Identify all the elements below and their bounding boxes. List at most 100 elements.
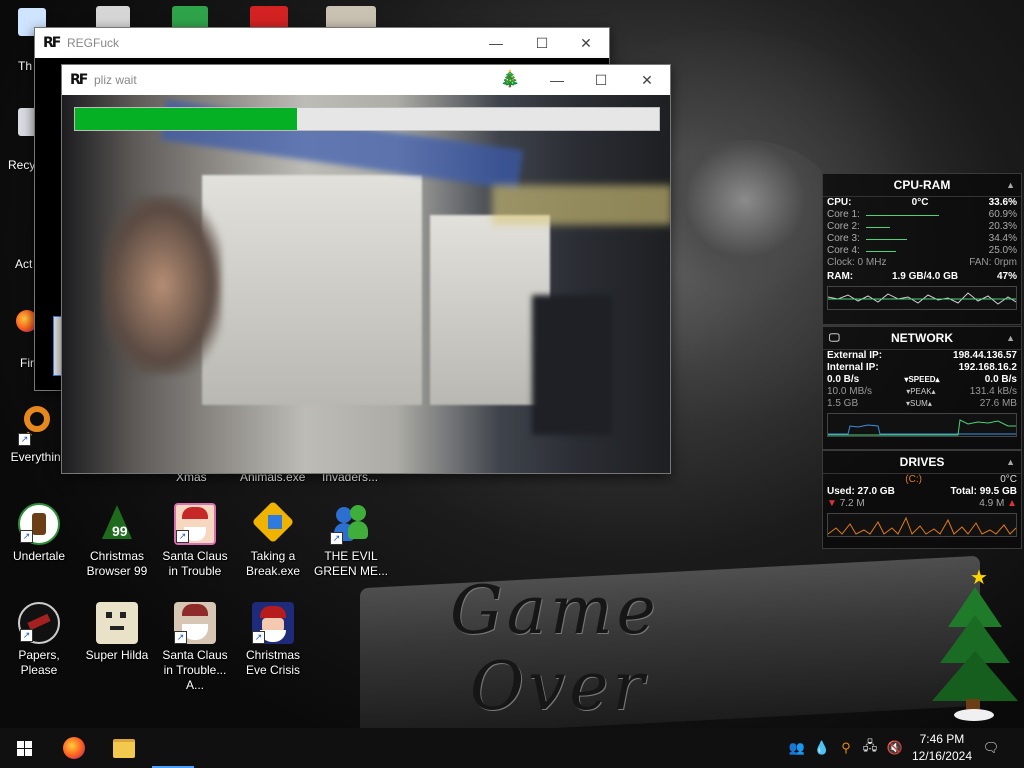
- wallpaper-text-game: Game: [450, 572, 660, 649]
- drives-gadget[interactable]: DRIVES ▲ (C:) 0°C Used: 27.0 GB Total: 9…: [822, 450, 1022, 549]
- desktop-icon-label: Undertale: [12, 549, 66, 563]
- core-list: Core 1: 60.9% Core 2: 20.3% Core 3: 34.4% Core…: [823, 209, 1021, 257]
- notification-icon[interactable]: 🗨: [980, 728, 1002, 768]
- wallpaper-skull: [650, 140, 840, 290]
- taskbar-firefox[interactable]: [50, 728, 98, 768]
- desktop-icon-undertale[interactable]: ↗ Undertale: [0, 503, 78, 564]
- desktop-icon-label: Papers, Please: [18, 648, 60, 677]
- desktop-icon-super-hilda[interactable]: Super Hilda: [78, 602, 156, 663]
- regfuck-titlebar[interactable]: RF REGFuck — ☐ ✕: [35, 28, 609, 58]
- desktop-icon-recycle-bin-label[interactable]: Recy: [8, 158, 35, 172]
- drive-write: 4.9 M: [979, 498, 1005, 509]
- start-button[interactable]: [0, 728, 48, 768]
- fan-value: FAN: 0rpm: [969, 257, 1017, 268]
- minimize-button[interactable]: —: [534, 65, 580, 95]
- cpu-ram-header: CPU-RAM ▲: [823, 174, 1021, 197]
- drive-letter: (C:): [905, 474, 922, 485]
- desktop-icon-evil-green[interactable]: ↗ THE EVIL GREEN ME...: [312, 503, 390, 579]
- core-label: Core 1:: [827, 209, 860, 220]
- desktop-icon-christmas-browser[interactable]: 99 Christmas Browser 99: [78, 503, 156, 579]
- pliz-wait-window[interactable]: RF pliz wait 🎄 — ☐ ✕: [61, 64, 671, 474]
- maximize-button[interactable]: ☐: [578, 65, 624, 95]
- upload-sum: 27.6 MB: [979, 398, 1017, 409]
- peak-label: ▾PEAK▴: [906, 387, 936, 396]
- core-load-bar: [865, 226, 890, 228]
- clock-time: 7:46 PM: [919, 732, 965, 746]
- close-button[interactable]: ✕: [563, 28, 609, 58]
- tray-search-icon[interactable]: ⚲: [836, 728, 856, 768]
- pliz-wait-titlebar[interactable]: RF pliz wait 🎄 — ☐ ✕: [62, 65, 670, 95]
- collapse-caret-icon[interactable]: ▲: [1006, 451, 1015, 473]
- super-hilda-icon: [96, 602, 138, 644]
- tray-network-people-icon[interactable]: 👥: [786, 728, 808, 768]
- network-graph: [827, 413, 1017, 437]
- core-load-bar: [865, 214, 939, 216]
- core-value: 60.9%: [988, 209, 1017, 220]
- desktop-icon-this-pc-label[interactable]: Th: [18, 59, 32, 73]
- undertale-icon: ↗: [18, 503, 60, 545]
- desktop-icon-activate-label[interactable]: Act: [15, 257, 32, 271]
- internal-ip-value: 192.168.16.2: [958, 362, 1017, 373]
- sum-label: ▾SUM▴: [906, 399, 932, 408]
- write-arrow-icon: ▲: [1007, 498, 1017, 509]
- collapse-caret-icon[interactable]: ▲: [1006, 327, 1015, 349]
- core-load-bar: [865, 250, 896, 252]
- desktop-icon-firefox-label[interactable]: Fir: [20, 356, 34, 370]
- network-gadget[interactable]: 🖵 NETWORK ▲ External IP: 198.44.136.57 I…: [822, 326, 1022, 450]
- desktop-icon-santa-claus[interactable]: ↗ Santa Claus in Trouble: [156, 503, 234, 579]
- minimize-button[interactable]: —: [473, 28, 519, 58]
- taskbar: 👥 💧 ⚲ 🖧 🔇 7:46 PM 12/16/2024 🗨: [0, 728, 1024, 768]
- tray-volume-muted-icon[interactable]: 🔇: [884, 728, 906, 768]
- tray-drop-icon[interactable]: 💧: [812, 728, 832, 768]
- ram-row: RAM: 1.9 GB/4.0 GB 47%: [823, 271, 1021, 283]
- magnifier-icon: ↗: [18, 404, 60, 446]
- regfuck-logo-icon: RF: [43, 35, 61, 51]
- pliz-wait-logo-icon: RF: [70, 72, 88, 88]
- read-arrow-icon: ▼: [827, 498, 837, 509]
- core-label: Core 2:: [827, 221, 860, 232]
- regfuck-title: REGFuck: [67, 36, 120, 50]
- drive-total: Total: 99.5 GB: [950, 486, 1018, 497]
- drive-temp: 0°C: [1000, 474, 1017, 485]
- internal-ip-row: Internal IP: 192.168.16.2: [823, 362, 1021, 374]
- core-value: 20.3%: [988, 221, 1017, 232]
- taskbar-clock[interactable]: 7:46 PM 12/16/2024: [912, 731, 972, 765]
- cpu-value: 33.6%: [988, 197, 1017, 208]
- download-sum: 1.5 GB: [827, 398, 859, 409]
- close-button[interactable]: ✕: [624, 65, 670, 95]
- clock-date: 12/16/2024: [911, 749, 972, 763]
- speed-row: 0.0 B/s ▾SPEED▴ 0.0 B/s: [823, 374, 1021, 386]
- tray-network-icon[interactable]: 🖧: [860, 728, 880, 768]
- desktop-icon-santa-claus-again[interactable]: ↗ Santa Claus in Trouble... A...: [156, 602, 234, 693]
- drive-read: 7.2 M: [839, 498, 865, 509]
- core-load-bar: [865, 238, 907, 240]
- wallpaper-text-over: Over: [470, 648, 649, 725]
- collapse-caret-icon[interactable]: ▲: [1006, 174, 1015, 196]
- core-label: Core 4:: [827, 245, 860, 256]
- progress-bar-fill: [75, 108, 297, 130]
- desktop-icon-label: THE EVIL GREEN ME...: [313, 549, 388, 578]
- download-speed: 0.0 B/s: [827, 374, 860, 385]
- core-row: Core 1: 60.9%: [823, 209, 1021, 221]
- sum-row: 1.5 GB ▾SUM▴ 27.6 MB: [823, 398, 1021, 410]
- firefox-icon: [63, 737, 85, 759]
- desktop-icon-taking-a-break[interactable]: Taking a Break.exe: [234, 500, 312, 579]
- christmas-eve-crisis-icon: ↗: [252, 602, 294, 644]
- taskbar-file-explorer[interactable]: [100, 728, 148, 768]
- cpu-temp: 0°C: [911, 197, 929, 208]
- maximize-button[interactable]: ☐: [519, 28, 565, 58]
- speed-label: ▾SPEED▴: [904, 375, 940, 384]
- drive-usage-row: Used: 27.0 GB Total: 99.5 GB: [823, 486, 1021, 498]
- external-ip-row: External IP: 198.44.136.57: [823, 350, 1021, 362]
- cpu-ram-gadget[interactable]: CPU-RAM ▲ CPU: 0°C 33.6% Core 1: 60.9% Cor…: [822, 173, 1022, 325]
- desktop-icon-label: Christmas Eve Crisis: [245, 648, 300, 677]
- desktop-icon-label: Santa Claus in Trouble... A...: [162, 648, 228, 692]
- upload-speed: 0.0 B/s: [984, 374, 1017, 385]
- core-value: 25.0%: [988, 245, 1017, 256]
- tree-icon: 🎄: [500, 71, 520, 88]
- ram-label: RAM:: [827, 271, 854, 282]
- drive-graph: [827, 513, 1017, 537]
- desktop-icon-papers-please[interactable]: ↗ Papers, Please: [0, 602, 78, 678]
- santa-icon-2: ↗: [174, 602, 216, 644]
- desktop-icon-christmas-eve-crisis[interactable]: ↗ Christmas Eve Crisis: [234, 602, 312, 678]
